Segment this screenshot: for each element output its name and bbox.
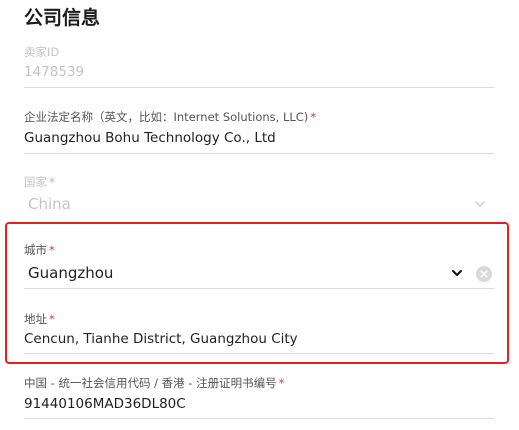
city-label-text: 城市 [24,243,47,257]
seller-id-field: 卖家ID 1478539 [24,44,494,88]
country-label-text: 国家 [24,175,47,189]
chevron-down-icon[interactable] [451,267,463,279]
required-mark: * [278,376,285,390]
address-label-text: 地址 [24,312,47,326]
required-mark: * [310,110,317,124]
city-underline [24,288,494,289]
legal-name-input[interactable]: Guangzhou Bohu Technology Co., Ltd [24,128,494,148]
address-field[interactable]: 地址 * Cencun, Tianhe District, Guangzhou C… [24,311,494,354]
registration-code-field[interactable]: 中国 - 统一社会信用代码 / 香港 - 注册证明书编号 * 91440106MA… [24,375,494,419]
legal-name-label: 企业法定名称（英文，比如：Internet Solutions, LLC) * [24,109,494,125]
city-label: 城市 * [24,242,494,258]
registration-code-underline [24,418,494,419]
country-select: China [24,192,494,216]
legal-name-field[interactable]: 企业法定名称（英文，比如：Internet Solutions, LLC) * G… [24,109,494,154]
required-mark: * [49,243,55,257]
chevron-down-icon [475,201,485,207]
clear-icon[interactable] [476,266,492,282]
country-field: 国家 * China [24,174,494,220]
address-label: 地址 * [24,311,494,327]
section-title: 公司信息 [24,7,101,29]
city-select[interactable]: Guangzhou [24,261,494,285]
address-underline [24,353,494,354]
seller-id-label: 卖家ID [24,45,60,59]
seller-id-value: 1478539 [24,64,85,80]
seller-id-underline [24,87,494,88]
registration-code-input[interactable]: 91440106MAD36DL80C [24,394,494,414]
registration-code-label: 中国 - 统一社会信用代码 / 香港 - 注册证明书编号 * [24,375,494,391]
city-select-value: Guangzhou [28,264,114,282]
address-input[interactable]: Cencun, Tianhe District, Guangzhou City [24,329,494,349]
country-label: 国家 * [24,174,494,190]
legal-name-underline [24,153,494,154]
country-select-value: China [28,195,71,213]
registration-code-label-text: 中国 - 统一社会信用代码 / 香港 - 注册证明书编号 [24,376,277,390]
required-mark: * [49,175,55,189]
required-mark: * [49,312,55,326]
legal-name-label-text: 企业法定名称（英文，比如：Internet Solutions, LLC) [24,110,309,124]
city-field[interactable]: 城市 * Guangzhou [24,242,494,289]
